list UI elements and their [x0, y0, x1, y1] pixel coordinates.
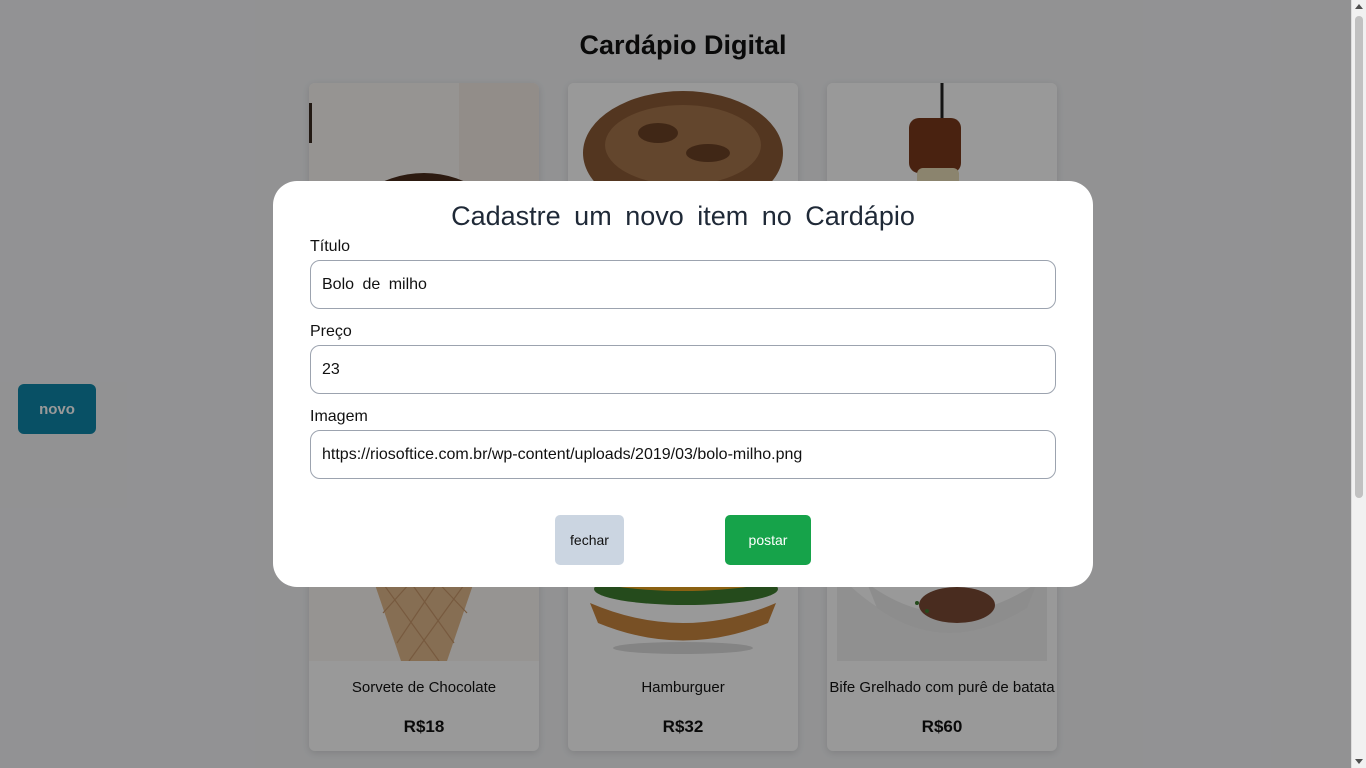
scroll-up-icon[interactable] [1355, 4, 1363, 9]
price-label: Preço [310, 323, 352, 340]
scrollbar-thumb[interactable] [1355, 16, 1363, 498]
title-label: Título [310, 238, 351, 255]
submit-button[interactable]: postar [725, 515, 811, 565]
modal-title: Cadastre um novo item no Cardápio [451, 201, 915, 231]
new-item-modal: Cadastre um novo item no Cardápio Título… [273, 181, 1093, 587]
close-button[interactable]: fechar [555, 515, 624, 565]
page-scrollbar[interactable] [1351, 0, 1366, 768]
scroll-down-icon[interactable] [1355, 759, 1363, 764]
image-label: Imagem [310, 408, 368, 425]
price-input[interactable] [310, 345, 1056, 394]
title-input[interactable] [310, 260, 1056, 309]
image-url-input[interactable] [310, 430, 1056, 479]
